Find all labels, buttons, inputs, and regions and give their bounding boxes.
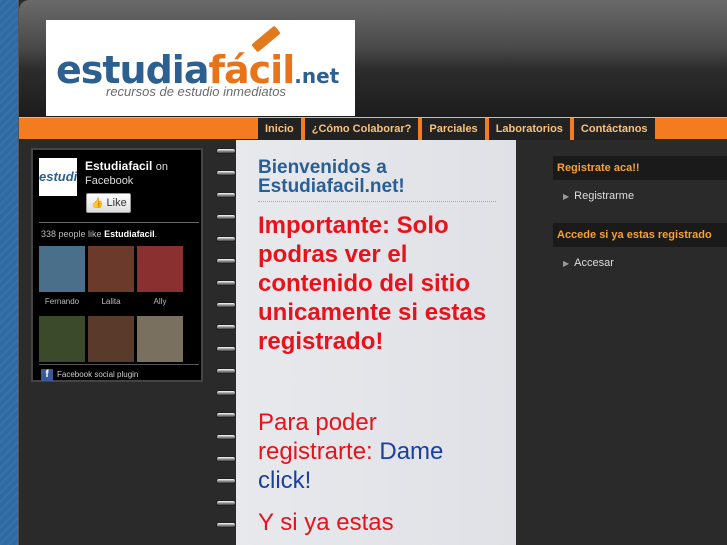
fan-name[interactable]: Lalita xyxy=(88,297,134,306)
like-count-text: 338 people like xyxy=(41,229,102,239)
spiral-ring xyxy=(216,214,236,220)
divider xyxy=(258,201,496,202)
facebook-like-box: estudia Estudiafacil on Facebook 👍 Like … xyxy=(31,148,203,382)
divider xyxy=(39,222,199,223)
facebook-page-name-line: Estudiafacil on xyxy=(85,159,168,173)
already-registered-text: Y si ya estas xyxy=(258,509,394,536)
spiral-ring xyxy=(216,522,236,528)
spiral-ring xyxy=(216,390,236,396)
login-sidebar-link[interactable]: ▶ Accesar xyxy=(563,257,614,269)
like-label: Like xyxy=(106,197,127,209)
spiral-ring xyxy=(216,412,236,418)
nav-item-contactanos[interactable]: Contáctanos xyxy=(574,118,655,140)
register-prompt: Para poder registrarte: Dame click! xyxy=(258,408,498,495)
facebook-network-label: Facebook xyxy=(85,175,134,187)
spiral-ring xyxy=(216,346,236,352)
nav-item-inicio[interactable]: Inicio xyxy=(258,118,305,140)
thumbs-up-icon: 👍 xyxy=(91,198,104,209)
fan-avatar[interactable] xyxy=(88,316,134,362)
like-count-page[interactable]: Estudiafacil xyxy=(104,229,155,239)
fan-avatar[interactable] xyxy=(39,246,85,292)
nav-item-parciales[interactable]: Parciales xyxy=(422,118,489,140)
spiral-ring xyxy=(216,456,236,462)
main-navbar: Inicio ¿Cómo Colaborar? Parciales Labora… xyxy=(19,117,727,140)
login-heading: Accede si ya estas registrado xyxy=(553,223,727,247)
facebook-on-text: on xyxy=(155,161,168,173)
logo-tagline: recursos de estudio inmediatos xyxy=(106,84,286,99)
nav-item-como-colaborar[interactable]: ¿Cómo Colaborar? xyxy=(305,118,423,140)
spiral-ring xyxy=(216,302,236,308)
page-frame: estudiafácil.net recursos de estudio inm… xyxy=(18,0,727,545)
nav-menu: Inicio ¿Cómo Colaborar? Parciales Labora… xyxy=(258,118,655,140)
spiral-ring xyxy=(216,148,236,154)
login-sidebar-label: Accesar xyxy=(574,257,614,269)
spiral-ring xyxy=(216,324,236,330)
site-logo[interactable]: estudiafácil.net recursos de estudio inm… xyxy=(46,20,355,116)
fan-avatar[interactable] xyxy=(137,246,183,292)
main-content: Bienvenidos a Estudiafacil.net! Importan… xyxy=(236,140,516,545)
spiral-ring xyxy=(216,478,236,484)
spiral-ring xyxy=(216,192,236,198)
page-title: Bienvenidos a Estudiafacil.net! xyxy=(258,157,405,197)
fan-name[interactable]: Fernando xyxy=(39,297,85,306)
facebook-plugin-footer[interactable]: f Facebook social plugin xyxy=(41,369,138,381)
spiral-ring xyxy=(216,236,236,242)
facebook-like-count: 338 people like Estudiafacil. xyxy=(41,229,158,239)
facebook-like-button[interactable]: 👍 Like xyxy=(86,193,131,213)
spiral-ring xyxy=(216,258,236,264)
logo-part-net: .net xyxy=(294,64,340,88)
register-text: Para poder registrarte: xyxy=(258,409,377,465)
divider xyxy=(39,364,199,365)
notebook-spiral xyxy=(213,140,237,545)
triangle-right-icon: ▶ xyxy=(563,192,570,201)
register-sidebar-link[interactable]: ▶ Registrarme xyxy=(563,190,634,202)
spiral-ring xyxy=(216,280,236,286)
nav-item-laboratorios[interactable]: Laboratorios xyxy=(489,118,574,140)
site-header: estudiafácil.net recursos de estudio inm… xyxy=(19,0,727,117)
triangle-right-icon: ▶ xyxy=(563,259,570,268)
facebook-page-name[interactable]: Estudiafacil xyxy=(85,159,152,173)
facebook-footer-text: Facebook social plugin xyxy=(57,370,139,380)
register-sidebar-label: Registrarme xyxy=(574,190,635,202)
fan-avatar[interactable] xyxy=(137,316,183,362)
fan-avatar[interactable] xyxy=(88,246,134,292)
facebook-icon: f xyxy=(41,369,53,381)
facebook-page-thumbnail[interactable]: estudia xyxy=(39,158,77,196)
register-heading: Registrate aca!! xyxy=(553,156,727,180)
spiral-ring xyxy=(216,368,236,374)
spiral-ring xyxy=(216,500,236,506)
fan-avatar[interactable] xyxy=(39,316,85,362)
spiral-ring xyxy=(216,170,236,176)
important-notice: Importante: Solo podras ver el contenido… xyxy=(258,212,487,355)
spiral-ring xyxy=(216,434,236,440)
fan-name[interactable]: Ally xyxy=(137,297,183,306)
right-sidebar: Registrate aca!! ▶ Registrarme Accede si … xyxy=(535,140,727,545)
fb-thumb-text: estudia xyxy=(39,169,77,184)
